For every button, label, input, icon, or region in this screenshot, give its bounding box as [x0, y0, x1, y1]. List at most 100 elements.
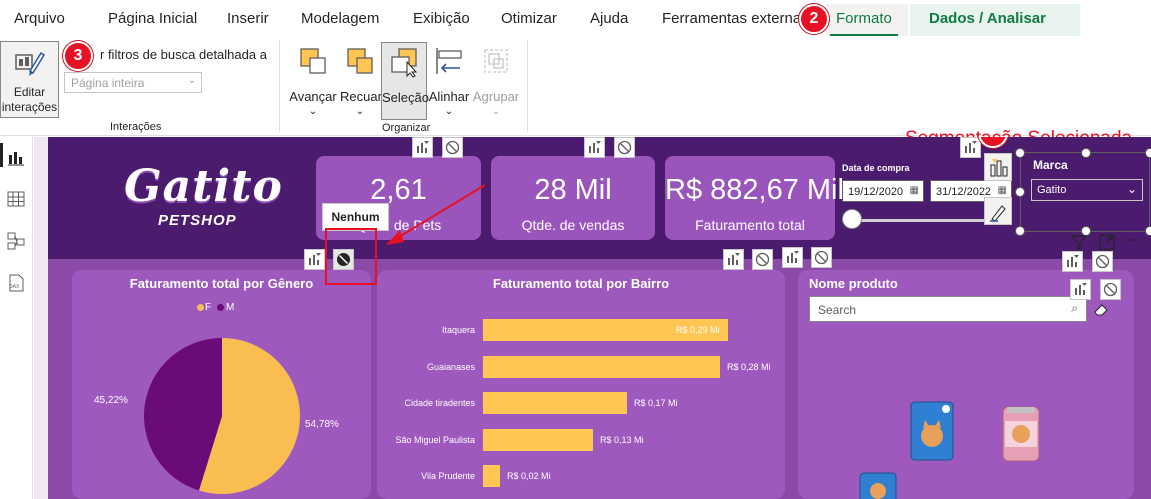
align-button[interactable]: Alinhar ⌄ — [428, 42, 470, 120]
menu-modelagem[interactable]: Modelagem — [301, 10, 379, 27]
bar-data-label: R$ 0,29 Mi — [676, 325, 720, 335]
drillthrough-dropdown-value: Página inteira — [71, 76, 145, 90]
view-switcher: DAX — [0, 137, 33, 499]
none-interaction-chip[interactable] — [811, 247, 832, 268]
edit-label-line2: interações — [1, 100, 58, 114]
bar-category-label: Guaianases — [426, 361, 475, 372]
date-from-input[interactable]: 19/12/2020 ▦ — [842, 180, 924, 202]
bar[interactable] — [483, 392, 627, 414]
product-slicer[interactable]: Nome produto Search ⌕ — [798, 270, 1134, 499]
bar-data-label: R$ 0,17 Mi — [634, 398, 678, 408]
edit-label-line1: Editar — [13, 85, 46, 99]
bar-data-label: R$ 0,02 Mi — [507, 471, 551, 481]
bar-category-label: São Miguel Paulista — [395, 434, 475, 445]
slicer-visual-button[interactable] — [984, 153, 1012, 181]
date-slider-track[interactable] — [854, 219, 1004, 222]
bar-category-label: Itaquera — [441, 325, 475, 335]
bar-data-label: R$ 0,13 Mi — [600, 434, 644, 445]
ribbon-separator — [527, 40, 528, 132]
bar-data-label: R$ 0,28 Mi — [727, 361, 771, 372]
none-interaction-chip[interactable] — [614, 137, 635, 158]
report-view-icon[interactable] — [6, 147, 26, 167]
none-icon — [814, 250, 829, 265]
bring-forward-icon — [300, 48, 326, 74]
drillthrough-dropdown: Página inteira ⌄ — [64, 72, 202, 93]
none-interaction-chip[interactable] — [752, 249, 773, 270]
selection-pane-label: Seleção — [382, 90, 429, 105]
kpi-card-faturamento[interactable]: R$ 882,67 Mil Faturamento total — [665, 156, 844, 240]
menu-ajuda[interactable]: Ajuda — [590, 10, 628, 27]
active-view-indicator — [0, 143, 3, 167]
resize-handle[interactable] — [1145, 226, 1151, 236]
search-icon[interactable]: ⌕ — [1071, 301, 1078, 316]
date-slicer-title: Data de compra — [842, 163, 910, 173]
bar-category-label: Cidade tiradentes — [404, 398, 475, 408]
calendar-icon[interactable]: ▦ — [910, 185, 919, 196]
resize-handle[interactable] — [1015, 187, 1025, 197]
send-backward-button[interactable]: Recuar ⌄ — [340, 42, 382, 120]
menu-formato[interactable]: Formato — [830, 10, 898, 37]
bar-chart-bairro[interactable]: Faturamento total por Bairro Itaquera R$ … — [377, 270, 785, 499]
pie-label-m: 45,22% — [94, 395, 128, 406]
model-view-icon[interactable] — [6, 231, 26, 251]
dax-query-view-icon[interactable]: DAX — [6, 273, 26, 293]
filter-icon[interactable] — [1070, 233, 1088, 251]
bring-forward-button[interactable]: Avançar ⌄ — [288, 42, 338, 120]
group-label: Agrupar — [472, 89, 520, 104]
send-backward-icon — [347, 48, 373, 74]
kpi-caption: Qtde. de vendas — [521, 217, 625, 233]
filter-interaction-chip[interactable] — [1070, 279, 1091, 300]
focus-mode-icon[interactable] — [1098, 233, 1116, 251]
chevron-down-icon: ⌄ — [491, 106, 501, 117]
filter-interaction-chip[interactable] — [723, 249, 744, 270]
menu-exibicao[interactable]: Exibição — [413, 10, 470, 27]
kpi-value: R$ 882,67 Mil — [665, 174, 844, 206]
step-badge-2: 2 — [799, 4, 829, 34]
filter-interaction-chip[interactable] — [584, 137, 605, 158]
table-view-icon[interactable] — [6, 189, 26, 209]
bar[interactable] — [483, 355, 720, 378]
filter-interaction-chip[interactable] — [1062, 251, 1083, 272]
none-interaction-chip[interactable] — [442, 137, 463, 158]
date-slider-handle[interactable] — [842, 209, 862, 229]
align-icon — [436, 48, 462, 74]
resize-handle[interactable] — [1015, 148, 1025, 158]
send-backward-label: Recuar — [340, 89, 382, 104]
filter-interaction-chip[interactable] — [960, 137, 981, 158]
format-paintbrush-icon — [990, 205, 1006, 222]
calendar-icon[interactable]: ▦ — [998, 185, 1007, 196]
menu-arquivo[interactable]: Arquivo — [14, 10, 65, 27]
more-options-icon[interactable]: ⋯ — [1126, 230, 1143, 250]
pie-chart-genero[interactable]: Faturamento total por Gênero F M 45,22% … — [72, 270, 371, 499]
edit-interactions-button[interactable]: Editar interações — [0, 41, 59, 118]
resize-handle[interactable] — [1145, 148, 1151, 158]
menu-ferramentas-externas[interactable]: Ferramentas externas — [662, 10, 809, 27]
bar-category-label: Vila Prudente — [421, 471, 475, 481]
drillthrough-label: r filtros de busca detalhada a — [100, 47, 267, 62]
filter-interaction-chip[interactable] — [782, 247, 803, 268]
date-to-value: 31/12/2022 — [936, 186, 992, 198]
edit-interactions-icon — [15, 51, 46, 76]
bar[interactable] — [483, 428, 593, 451]
bar[interactable] — [483, 465, 500, 487]
group-button[interactable]: Agrupar ⌄ — [471, 42, 521, 120]
product-search-input[interactable]: Search ⌕ — [809, 296, 1087, 322]
menu-inserir[interactable]: Inserir — [227, 10, 269, 27]
none-interaction-chip[interactable] — [1100, 279, 1121, 300]
slicer-visual-icon — [990, 159, 1008, 177]
resize-handle[interactable] — [1081, 148, 1091, 158]
format-visual-button[interactable] — [984, 197, 1012, 225]
power-bi-window: Arquivo Página Inicial Inserir Modelagem… — [0, 0, 1151, 499]
menu-pagina-inicial[interactable]: Página Inicial — [108, 10, 197, 27]
filter-chart-icon — [787, 251, 799, 263]
menu-dados-analisar[interactable]: Dados / Analisar — [929, 10, 1046, 27]
chevron-down-icon: ⌄ — [444, 106, 454, 117]
none-interaction-chip[interactable] — [1092, 251, 1113, 272]
filter-interaction-chip[interactable] — [304, 249, 325, 270]
menu-otimizar[interactable]: Otimizar — [501, 10, 557, 27]
filter-interaction-chip[interactable] — [412, 137, 433, 158]
selection-pane-button[interactable]: Seleção — [381, 42, 429, 120]
chevron-down-icon: ⌄ — [308, 106, 318, 117]
kpi-card-vendas[interactable]: 28 Mil Qtde. de vendas — [491, 156, 655, 240]
resize-handle[interactable] — [1015, 226, 1025, 236]
